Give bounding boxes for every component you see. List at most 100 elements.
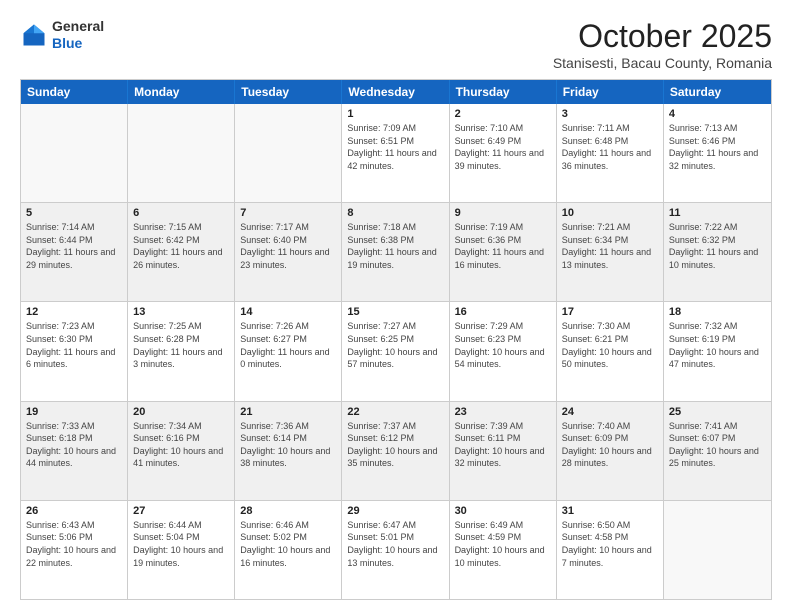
day-cell-17: 17Sunrise: 7:30 AM Sunset: 6:21 PM Dayli…	[557, 302, 664, 400]
empty-cell-0-0	[21, 104, 128, 202]
header-cell-thursday: Thursday	[450, 80, 557, 104]
cell-info: Sunrise: 6:43 AM Sunset: 5:06 PM Dayligh…	[26, 519, 122, 569]
day-number: 9	[455, 207, 551, 219]
calendar-row-3: 19 Sunrise: 7:33 AM Sunset: 6:18 PM Dayli…	[21, 401, 771, 500]
day-cell-14: 14Sunrise: 7:26 AM Sunset: 6:27 PM Dayli…	[235, 302, 342, 400]
day-cell-9: 9 Sunrise: 7:19 AM Sunset: 6:36 PM Daylig…	[450, 203, 557, 301]
day-number: 6	[133, 207, 229, 219]
cell-info: Sunrise: 7:11 AM Sunset: 6:48 PM Dayligh…	[562, 122, 658, 172]
cell-info: Sunrise: 7:17 AM Sunset: 6:40 PM Dayligh…	[240, 221, 336, 271]
page: General Blue October 2025 Stanisesti, Ba…	[0, 0, 792, 612]
day-number: 10	[562, 207, 658, 219]
day-cell-25: 25 Sunrise: 7:41 AM Sunset: 6:07 PM Dayli…	[664, 402, 771, 500]
cell-info: Sunrise: 6:50 AM Sunset: 4:58 PM Dayligh…	[562, 519, 658, 569]
cell-info: Sunrise: 7:15 AM Sunset: 6:42 PM Dayligh…	[133, 221, 229, 271]
day-number: 27	[133, 505, 229, 517]
day-number: 15	[347, 306, 443, 318]
header-cell-sunday: Sunday	[21, 80, 128, 104]
day-cell-27: 27Sunrise: 6:44 AM Sunset: 5:04 PM Dayli…	[128, 501, 235, 599]
day-number: 19	[26, 406, 122, 418]
cell-info: Sunrise: 7:13 AM Sunset: 6:46 PM Dayligh…	[669, 122, 766, 172]
header-cell-monday: Monday	[128, 80, 235, 104]
day-number: 28	[240, 505, 336, 517]
cell-info: Sunrise: 7:25 AM Sunset: 6:28 PM Dayligh…	[133, 320, 229, 370]
day-cell-13: 13 Sunrise: 7:25 AM Sunset: 6:28 PM Dayli…	[128, 302, 235, 400]
day-cell-5: 5 Sunrise: 7:14 AM Sunset: 6:44 PM Daylig…	[21, 203, 128, 301]
cell-info: Sunrise: 7:40 AM Sunset: 6:09 PM Dayligh…	[562, 420, 658, 470]
day-cell-2: 2 Sunrise: 7:10 AM Sunset: 6:49 PM Daylig…	[450, 104, 557, 202]
day-number: 26	[26, 505, 122, 517]
cell-info: Sunrise: 7:09 AM Sunset: 6:51 PM Dayligh…	[347, 122, 443, 172]
day-number: 3	[562, 108, 658, 120]
cell-info: Sunrise: 7:19 AM Sunset: 6:36 PM Dayligh…	[455, 221, 551, 271]
day-cell-8: 8 Sunrise: 7:18 AM Sunset: 6:38 PM Daylig…	[342, 203, 449, 301]
location: Stanisesti, Bacau County, Romania	[553, 55, 772, 71]
calendar-row-1: 5 Sunrise: 7:14 AM Sunset: 6:44 PM Daylig…	[21, 202, 771, 301]
header-cell-saturday: Saturday	[664, 80, 771, 104]
day-number: 17	[562, 306, 658, 318]
day-cell-6: 6 Sunrise: 7:15 AM Sunset: 6:42 PM Daylig…	[128, 203, 235, 301]
cell-info: Sunrise: 7:18 AM Sunset: 6:38 PM Dayligh…	[347, 221, 443, 271]
day-cell-16: 16 Sunrise: 7:29 AM Sunset: 6:23 PM Dayli…	[450, 302, 557, 400]
logo-blue-text: Blue	[52, 35, 104, 52]
day-number: 12	[26, 306, 122, 318]
month-title: October 2025	[553, 18, 772, 55]
empty-cell-0-1	[128, 104, 235, 202]
day-cell-21: 21Sunrise: 7:36 AM Sunset: 6:14 PM Dayli…	[235, 402, 342, 500]
day-number: 11	[669, 207, 766, 219]
cell-info: Sunrise: 7:34 AM Sunset: 6:16 PM Dayligh…	[133, 420, 229, 470]
day-number: 25	[669, 406, 766, 418]
day-number: 31	[562, 505, 658, 517]
day-number: 8	[347, 207, 443, 219]
day-cell-4: 4 Sunrise: 7:13 AM Sunset: 6:46 PM Daylig…	[664, 104, 771, 202]
calendar-row-2: 12 Sunrise: 7:23 AM Sunset: 6:30 PM Dayli…	[21, 301, 771, 400]
day-number: 21	[240, 406, 336, 418]
cell-info: Sunrise: 7:41 AM Sunset: 6:07 PM Dayligh…	[669, 420, 766, 470]
day-cell-28: 28 Sunrise: 6:46 AM Sunset: 5:02 PM Dayli…	[235, 501, 342, 599]
empty-cell-0-2	[235, 104, 342, 202]
day-number: 18	[669, 306, 766, 318]
day-cell-30: 30 Sunrise: 6:49 AM Sunset: 4:59 PM Dayli…	[450, 501, 557, 599]
day-number: 30	[455, 505, 551, 517]
header-cell-tuesday: Tuesday	[235, 80, 342, 104]
cell-info: Sunrise: 7:33 AM Sunset: 6:18 PM Dayligh…	[26, 420, 122, 470]
calendar-row-0: 1 Sunrise: 7:09 AM Sunset: 6:51 PM Daylig…	[21, 104, 771, 202]
cell-info: Sunrise: 7:39 AM Sunset: 6:11 PM Dayligh…	[455, 420, 551, 470]
calendar-header: SundayMondayTuesdayWednesdayThursdayFrid…	[21, 80, 771, 104]
cell-info: Sunrise: 6:46 AM Sunset: 5:02 PM Dayligh…	[240, 519, 336, 569]
day-cell-22: 22 Sunrise: 7:37 AM Sunset: 6:12 PM Dayli…	[342, 402, 449, 500]
day-number: 23	[455, 406, 551, 418]
day-cell-3: 3 Sunrise: 7:11 AM Sunset: 6:48 PM Daylig…	[557, 104, 664, 202]
cell-info: Sunrise: 6:49 AM Sunset: 4:59 PM Dayligh…	[455, 519, 551, 569]
cell-info: Sunrise: 7:22 AM Sunset: 6:32 PM Dayligh…	[669, 221, 766, 271]
empty-cell-4-6	[664, 501, 771, 599]
cell-info: Sunrise: 7:26 AM Sunset: 6:27 PM Dayligh…	[240, 320, 336, 370]
cell-info: Sunrise: 7:27 AM Sunset: 6:25 PM Dayligh…	[347, 320, 443, 370]
day-cell-29: 29 Sunrise: 6:47 AM Sunset: 5:01 PM Dayli…	[342, 501, 449, 599]
day-number: 22	[347, 406, 443, 418]
day-number: 13	[133, 306, 229, 318]
cell-info: Sunrise: 7:29 AM Sunset: 6:23 PM Dayligh…	[455, 320, 551, 370]
cell-info: Sunrise: 7:10 AM Sunset: 6:49 PM Dayligh…	[455, 122, 551, 172]
day-number: 1	[347, 108, 443, 120]
day-number: 16	[455, 306, 551, 318]
calendar-row-4: 26 Sunrise: 6:43 AM Sunset: 5:06 PM Dayli…	[21, 500, 771, 599]
cell-info: Sunrise: 7:32 AM Sunset: 6:19 PM Dayligh…	[669, 320, 766, 370]
day-number: 24	[562, 406, 658, 418]
day-cell-19: 19 Sunrise: 7:33 AM Sunset: 6:18 PM Dayli…	[21, 402, 128, 500]
day-number: 5	[26, 207, 122, 219]
cell-info: Sunrise: 7:37 AM Sunset: 6:12 PM Dayligh…	[347, 420, 443, 470]
cell-info: Sunrise: 7:23 AM Sunset: 6:30 PM Dayligh…	[26, 320, 122, 370]
cell-info: Sunrise: 6:47 AM Sunset: 5:01 PM Dayligh…	[347, 519, 443, 569]
cell-info: Sunrise: 7:14 AM Sunset: 6:44 PM Dayligh…	[26, 221, 122, 271]
day-cell-1: 1 Sunrise: 7:09 AM Sunset: 6:51 PM Daylig…	[342, 104, 449, 202]
day-cell-24: 24 Sunrise: 7:40 AM Sunset: 6:09 PM Dayli…	[557, 402, 664, 500]
day-number: 2	[455, 108, 551, 120]
header-cell-friday: Friday	[557, 80, 664, 104]
day-number: 29	[347, 505, 443, 517]
cell-info: Sunrise: 7:21 AM Sunset: 6:34 PM Dayligh…	[562, 221, 658, 271]
day-cell-18: 18 Sunrise: 7:32 AM Sunset: 6:19 PM Dayli…	[664, 302, 771, 400]
day-number: 4	[669, 108, 766, 120]
day-number: 20	[133, 406, 229, 418]
header: General Blue October 2025 Stanisesti, Ba…	[20, 18, 772, 71]
